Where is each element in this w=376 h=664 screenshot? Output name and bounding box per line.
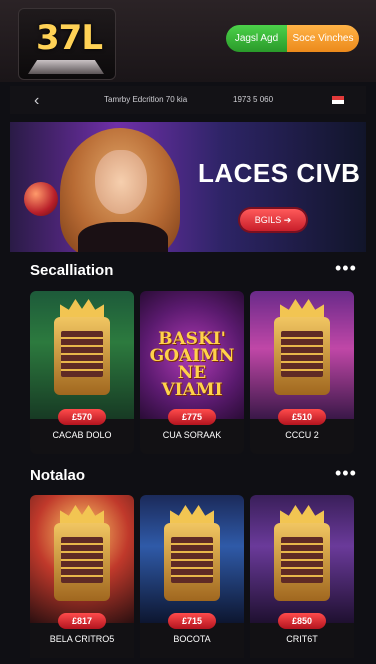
- logo-text: 37L: [36, 18, 103, 58]
- nav-text-left: Tamrby Edcritlon 70 kia: [104, 95, 188, 104]
- logo-stand: [28, 60, 104, 74]
- header-actions: Jagsl Agd Soce Vinches: [226, 25, 359, 52]
- banner-woman-dress: [78, 222, 168, 252]
- game-card[interactable]: £817 BELA CRITRO5: [30, 495, 134, 664]
- slot-machine-icon: [164, 523, 220, 601]
- game-title: BELA CRITRO5: [49, 634, 115, 644]
- slot-machine-icon: [274, 317, 330, 395]
- game-price: £850: [278, 613, 326, 629]
- game-title: BOCOTA: [173, 634, 211, 644]
- game-card[interactable]: £510 CCCU 2: [250, 291, 354, 454]
- banner-woman-face: [95, 150, 147, 214]
- slot-machine-icon: [54, 523, 110, 601]
- banner-title: LACES CIVB: [198, 158, 361, 188]
- game-title: CRIT6T: [286, 634, 318, 644]
- game-title: CCCU 2: [285, 430, 319, 440]
- nav-text-right: 1973 5 060: [233, 95, 274, 104]
- game-poster-text: BASKI' GOAIMN NE VIAMI: [149, 329, 235, 400]
- flag-icon[interactable]: [332, 96, 344, 104]
- top-bar: 37L Jagsl Agd Soce Vinches: [0, 0, 376, 82]
- game-price: £817: [58, 613, 106, 629]
- chevron-left-icon[interactable]: ‹: [34, 92, 39, 110]
- navigation-bar: ‹ Tamrby Edcritlon 70 kia 1973 5 060: [10, 86, 366, 114]
- game-price: £570: [58, 409, 106, 425]
- game-card[interactable]: £715 BOCOTA: [140, 495, 244, 664]
- game-price: £715: [168, 613, 216, 629]
- more-dots-icon[interactable]: •••: [335, 258, 357, 279]
- slot-machine-icon: [274, 523, 330, 601]
- slot-machine-icon: [54, 317, 110, 395]
- green-action-button[interactable]: Jagsl Agd: [226, 25, 287, 52]
- more-dots-icon[interactable]: •••: [335, 463, 357, 484]
- section-title: Secalliation: [30, 262, 114, 279]
- promo-banner[interactable]: LACES CIVB BGILS ➔: [10, 122, 366, 252]
- orange-action-button[interactable]: Soce Vinches: [287, 25, 359, 52]
- game-title: CACAB DOLO: [52, 430, 112, 440]
- apple-icon: [24, 182, 58, 216]
- game-card[interactable]: £850 CRIT6T: [250, 495, 354, 664]
- game-title: CUA SORAAK: [162, 430, 222, 440]
- game-price: £510: [278, 409, 326, 425]
- game-card[interactable]: BASKI' GOAIMN NE VIAMI £775 CUA SORAAK: [140, 291, 244, 454]
- banner-cta-button[interactable]: BGILS ➔: [240, 209, 306, 231]
- game-price: £775: [168, 409, 216, 425]
- section-title: Notalao: [30, 467, 86, 484]
- game-card[interactable]: £570 CACAB DOLO: [30, 291, 134, 454]
